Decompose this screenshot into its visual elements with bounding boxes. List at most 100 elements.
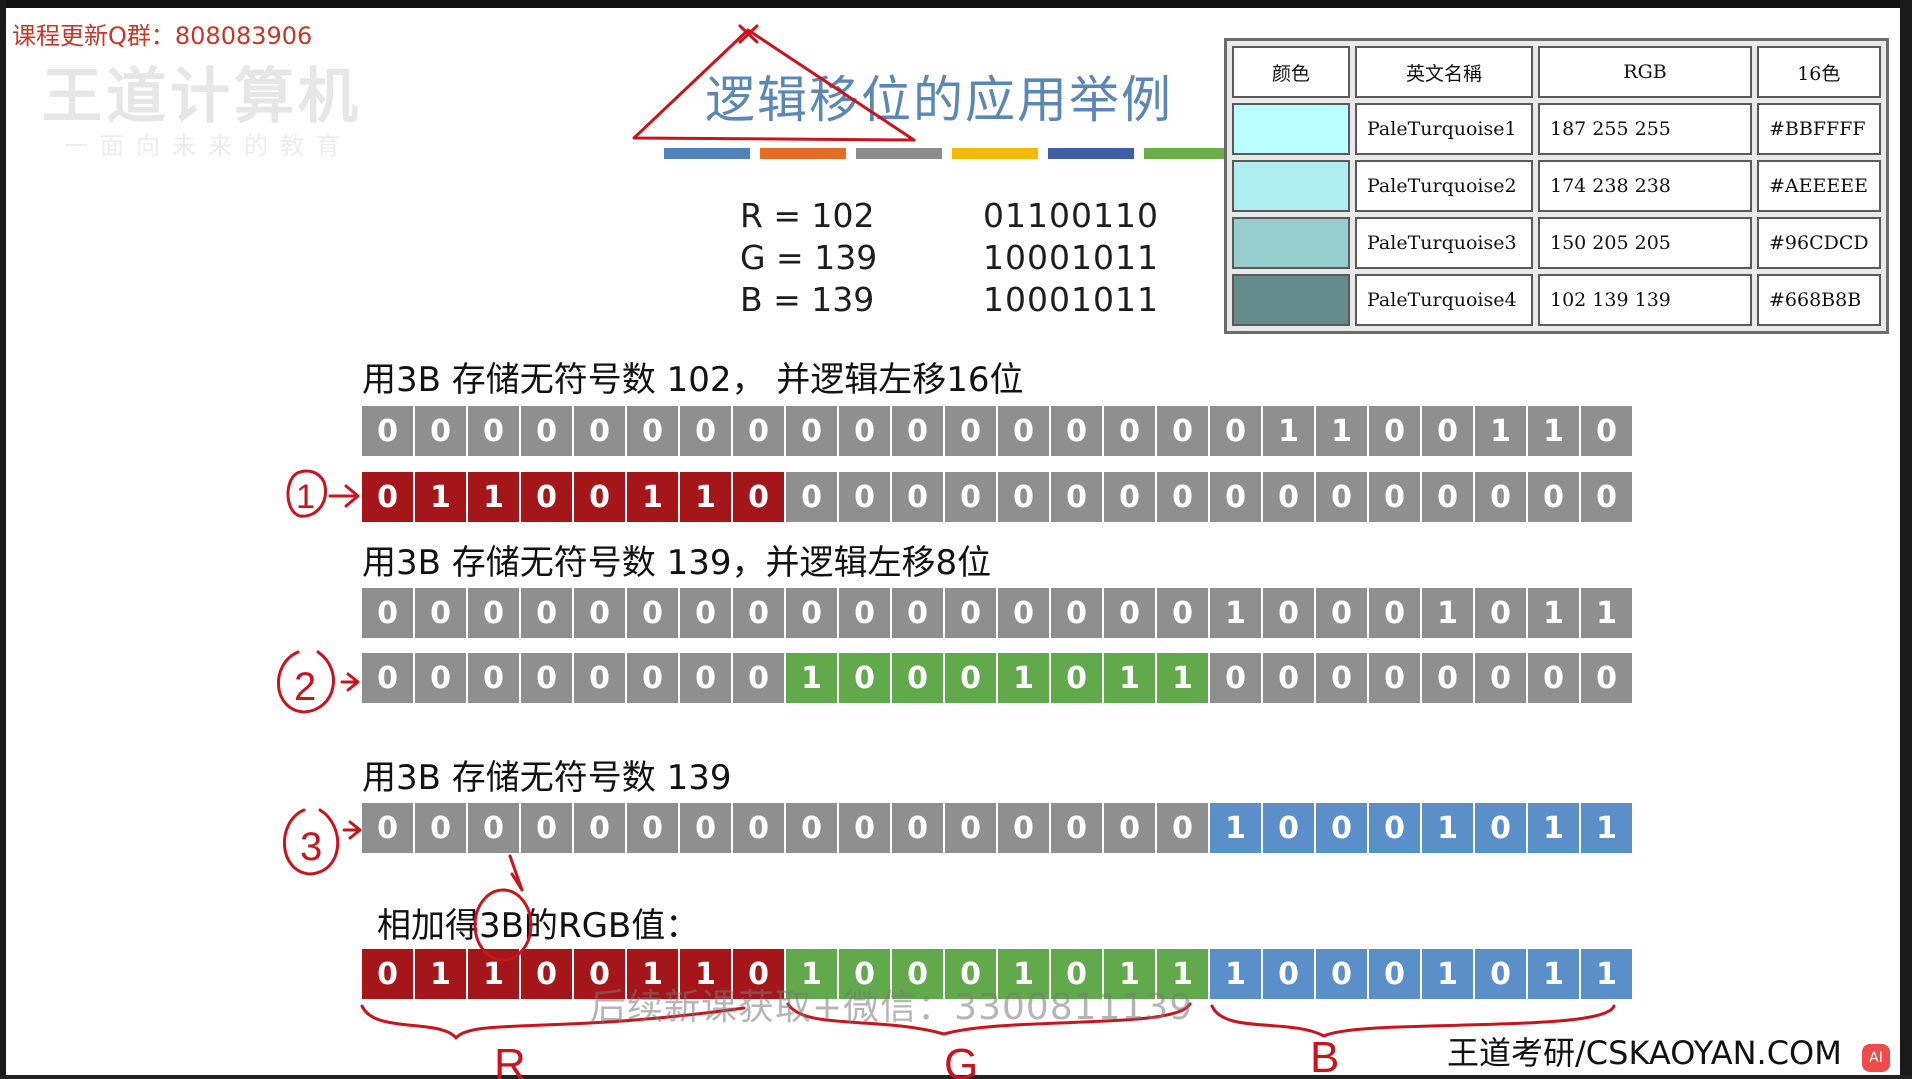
bit-cell: 0 — [1581, 472, 1632, 522]
palette-bar-4 — [952, 148, 1038, 159]
bit-cell: 1 — [1581, 949, 1632, 999]
color-swatch — [1232, 103, 1350, 155]
bit-cell: 0 — [1528, 653, 1579, 703]
bit-cell: 1 — [1422, 588, 1473, 638]
bit-cell: 0 — [1422, 653, 1473, 703]
bit-cell: 0 — [521, 406, 572, 456]
bit-cell: 0 — [1210, 653, 1261, 703]
color-name: PaleTurquoise3 — [1355, 217, 1533, 269]
window-bottom-border — [0, 1075, 1912, 1079]
circle-1-mark — [286, 469, 327, 518]
bit-cell: 1 — [415, 949, 466, 999]
section-label-sum: 相加得3B的RGB值： — [377, 906, 700, 946]
window-left-border — [0, 0, 6, 1079]
palette-bar-5 — [1048, 148, 1134, 159]
bit-cell: 0 — [733, 406, 784, 456]
color-swatch — [1232, 160, 1350, 212]
arrow-3-mark — [342, 820, 362, 840]
palette-bar-6 — [1144, 148, 1224, 159]
palette-bar-2 — [760, 148, 846, 159]
window-right-border — [1900, 0, 1912, 1079]
bit-cell: 0 — [362, 653, 413, 703]
bit-cell: 0 — [1157, 588, 1208, 638]
bit-cell: 0 — [892, 653, 943, 703]
arrow-1-mark — [328, 484, 360, 508]
ai-assistant-icon[interactable]: AI — [1862, 1044, 1890, 1072]
bit-cell: 0 — [1263, 588, 1314, 638]
bit-cell: 1 — [1210, 803, 1261, 853]
bit-cell: 0 — [839, 472, 890, 522]
bit-cell: 0 — [1157, 472, 1208, 522]
color-rgb: 174 238 238 — [1538, 160, 1752, 212]
bit-cell: 1 — [1528, 803, 1579, 853]
bit-cell: 0 — [945, 472, 996, 522]
color-name: PaleTurquoise4 — [1355, 274, 1533, 326]
bit-cell: 0 — [521, 588, 572, 638]
bit-cell: 1 — [415, 472, 466, 522]
bit-cell: 0 — [627, 653, 678, 703]
bit-cell: 1 — [1581, 588, 1632, 638]
bit-cell: 0 — [1051, 406, 1102, 456]
color-hex: #96CDCD — [1757, 217, 1881, 269]
bit-cell: 1 — [468, 472, 519, 522]
bit-cell: 0 — [627, 588, 678, 638]
bit-cell: 1 — [1528, 406, 1579, 456]
bit-cell: 0 — [1316, 949, 1367, 999]
bit-cell: 0 — [839, 653, 890, 703]
bit-cell: 0 — [362, 406, 413, 456]
bit-cell: 0 — [362, 949, 413, 999]
bit-cell: 0 — [1475, 803, 1526, 853]
color-swatch — [1232, 274, 1350, 326]
bit-row-139: 000000000000000010001011 — [362, 588, 1634, 638]
bit-cell: 0 — [1051, 653, 1102, 703]
bit-cell: 0 — [1263, 472, 1314, 522]
bit-cell: 0 — [892, 588, 943, 638]
bit-cell: 0 — [415, 803, 466, 853]
bit-cell: 0 — [998, 588, 1049, 638]
bit-cell: 0 — [1104, 472, 1155, 522]
bit-cell: 0 — [998, 803, 1049, 853]
bit-cell: 0 — [1369, 949, 1420, 999]
palette-bar-3 — [856, 148, 942, 159]
bit-cell: 0 — [415, 653, 466, 703]
bit-cell: 0 — [1528, 472, 1579, 522]
bit-cell: 0 — [1210, 472, 1261, 522]
faded-logo: 王道计算机 — [42, 62, 362, 132]
watermark-text: 后续新课获取+微信：3300811139 — [590, 987, 1194, 1028]
bit-cell: 0 — [521, 472, 572, 522]
bit-cell: 0 — [468, 803, 519, 853]
bit-cell: 0 — [733, 588, 784, 638]
section-label-plain: 用3B 存储无符号数 139 — [362, 758, 732, 798]
bit-cell: 0 — [1051, 588, 1102, 638]
bit-cell: 0 — [1104, 406, 1155, 456]
bit-cell: 0 — [1369, 803, 1420, 853]
table-row: PaleTurquoise3 150 205 205 #96CDCD — [1232, 217, 1881, 269]
bit-cell: 1 — [1263, 406, 1314, 456]
bit-cell: 0 — [362, 472, 413, 522]
col-header-color: 颜色 — [1232, 46, 1350, 98]
bit-cell: 0 — [1051, 803, 1102, 853]
bit-cell: 0 — [1316, 472, 1367, 522]
bit-cell: 0 — [1422, 472, 1473, 522]
col-header-hex: 16色 — [1757, 46, 1881, 98]
bit-cell: 0 — [1581, 406, 1632, 456]
bit-cell: 0 — [1157, 803, 1208, 853]
bit-cell: 0 — [1475, 588, 1526, 638]
color-rgb: 150 205 205 — [1538, 217, 1752, 269]
bit-cell: 0 — [945, 406, 996, 456]
bit-cell: 0 — [1316, 588, 1367, 638]
b-value-label: B = 139 — [740, 280, 875, 319]
color-hex: #668B8B — [1757, 274, 1881, 326]
bit-cell: 0 — [680, 803, 731, 853]
course-update-notice: 课程更新Q群：808083906 — [12, 22, 313, 50]
g-value-label: G = 139 — [740, 238, 878, 277]
color-reference-table: 颜色 英文名稱 RGB 16色 PaleTurquoise1 187 255 2… — [1224, 38, 1889, 334]
section-label-shift16: 用3B 存储无符号数 102， 并逻辑左移16位 — [362, 360, 1024, 400]
bit-cell: 1 — [468, 949, 519, 999]
color-rgb: 102 139 139 — [1538, 274, 1752, 326]
bit-cell: 0 — [468, 588, 519, 638]
col-header-name: 英文名稱 — [1355, 46, 1533, 98]
g-binary: 10001011 — [983, 238, 1159, 277]
bit-cell: 0 — [468, 406, 519, 456]
bit-cell: 1 — [680, 472, 731, 522]
